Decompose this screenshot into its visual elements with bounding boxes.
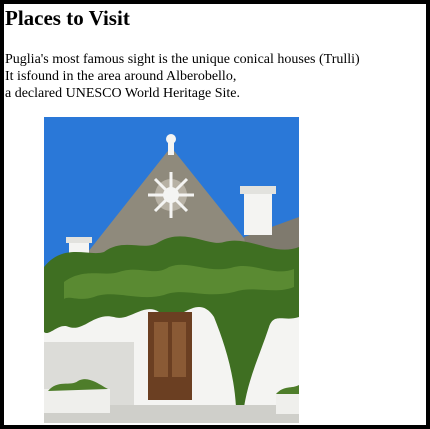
trullo-photo [44, 117, 299, 423]
planter [44, 389, 110, 413]
description-paragraph: Puglia's most famous sight is the unique… [5, 51, 360, 102]
description-line-1: Puglia's most famous sight is the unique… [5, 52, 360, 67]
page-title: Places to Visit [5, 6, 130, 30]
description-line-3: a declared UNESCO World Heritage Site. [5, 86, 240, 101]
description-line-2: It isfound in the area around Alberobell… [5, 69, 237, 84]
chimney-right [244, 190, 272, 235]
